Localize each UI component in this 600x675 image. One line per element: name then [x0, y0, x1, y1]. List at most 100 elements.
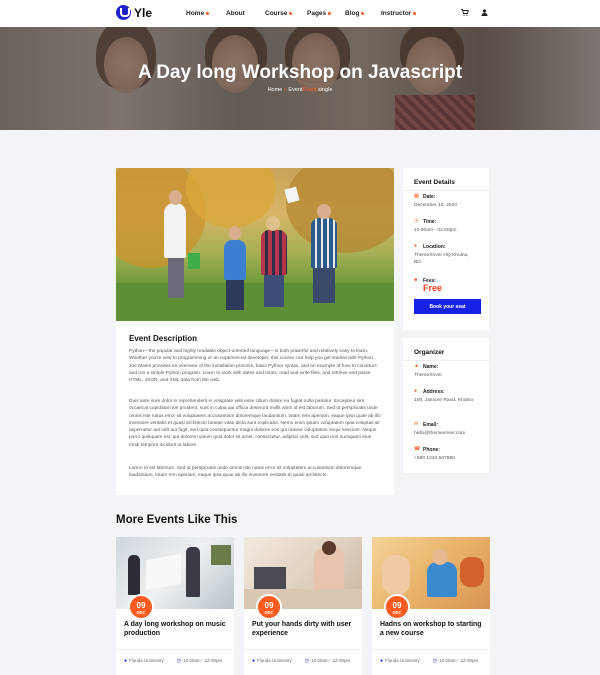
breadcrumb: Home » EventEvent single [0, 87, 600, 93]
organizer-title: Organizer [414, 349, 445, 356]
event-date-badge: 09 DEC [256, 594, 282, 620]
fees-value: Free [423, 283, 443, 293]
event-main-card: Event Description Python—the popular and… [116, 168, 394, 495]
description-paragraph: Lorem id est laborum. Sed ut perspiciati… [129, 466, 362, 479]
date-label: Date: [423, 194, 436, 200]
event-card-photo-detail [128, 555, 140, 595]
event-photo-detail [311, 218, 337, 268]
event-details-card: Event Details ▦ Date: December 10, 2020 … [403, 168, 489, 330]
event-date: ▦ Date: December 10, 2020 [414, 194, 486, 212]
event-card-photo-detail [254, 567, 286, 589]
badge-month: DEC [392, 610, 402, 615]
event-card-location: ● Florida University [380, 658, 420, 664]
location-pin-icon: ● [252, 658, 256, 664]
breadcrumb-separator: » [283, 87, 287, 93]
event-photo-detail [169, 190, 182, 205]
event-card[interactable]: 09 DEC Put your hands dirty with user ex… [244, 537, 362, 675]
breadcrumb-event-current: Event [302, 87, 317, 93]
event-location: ● Location: ThemeXriver HQ Khulna, BD. [414, 244, 486, 268]
event-card-photo-detail [211, 545, 231, 565]
event-card-time: ◷ 10.00am - 12.00pm [304, 658, 351, 664]
dropdown-indicator-icon [328, 12, 332, 15]
email-value[interactable]: hello@themexriver.com [414, 430, 476, 437]
more-events-title: More Events Like This [116, 514, 238, 526]
brand-name: Yle [134, 5, 153, 20]
ticket-icon: ■ [414, 277, 418, 283]
book-seat-button[interactable]: Book your seat [414, 299, 481, 314]
badge-day: 09 [136, 601, 146, 610]
event-card-meta: ● Florida University ◷ 10.00am - 12.00pm [124, 658, 222, 664]
nav-item-about[interactable]: About [226, 10, 245, 17]
event-time: ◷ Time: 10.00am - 02.00pm [414, 219, 486, 237]
breadcrumb-event[interactable]: Event [288, 87, 302, 93]
event-card[interactable]: 09 DEC A day long workshop on music prod… [116, 537, 234, 675]
clock-icon: ◷ [414, 218, 419, 224]
divider [116, 649, 234, 650]
event-details-title: Event Details [414, 179, 455, 186]
cart-icon[interactable] [461, 9, 470, 18]
event-card[interactable]: 09 DEC Hadns on workshop to starting a n… [372, 537, 490, 675]
event-photo-detail [317, 204, 331, 219]
clock-icon: ◷ [432, 658, 438, 664]
event-date-badge: 09 DEC [384, 594, 410, 620]
nav-item-home[interactable]: Home [186, 10, 210, 17]
badge-month: DEC [136, 610, 146, 615]
date-value: December 10, 2020 [414, 203, 457, 208]
event-card-title[interactable]: Hadns on workshop to starting a new cour… [380, 620, 486, 638]
description-paragraph: Duis aute irure dolor in reprehenderit i… [129, 399, 381, 448]
phone-value[interactable]: +880 1234 567890 [414, 455, 476, 462]
logo-icon [116, 5, 131, 20]
event-date-badge: 09 DEC [128, 594, 154, 620]
event-card-photo-detail [460, 557, 484, 587]
event-photo-detail [313, 268, 335, 303]
event-photo-detail [226, 280, 244, 310]
hero-photo-detail [395, 95, 475, 130]
phone-icon: ☎ [414, 446, 421, 452]
nav-item-instructor[interactable]: Instructor [381, 10, 417, 17]
breadcrumb-single: single [318, 87, 333, 93]
address-value: 100, Jassore Raod, Khulna [414, 398, 473, 403]
event-card-photo-detail [382, 555, 410, 595]
event-card-meta: ● Florida University ◷ 10.00am - 12.00pm [380, 658, 478, 664]
user-icon: ▲ [414, 363, 419, 369]
event-card-time: ◷ 10.00am - 12.00pm [176, 658, 223, 664]
location-pin-icon: ● [124, 658, 128, 664]
organizer-card: Organizer ▲ Name: ThemeXriver ● Address:… [403, 338, 489, 473]
event-photo-detail [116, 283, 394, 321]
description-paragraph: Python—the popular and highly readable o… [129, 349, 377, 384]
event-photo-detail [264, 275, 284, 307]
organizer-email: ✉ Email: hello@themexriver.com [414, 422, 486, 440]
event-photo-detail [261, 230, 287, 275]
brand-logo[interactable]: Yle [116, 5, 152, 20]
dropdown-indicator-icon [206, 12, 210, 15]
page-hero: A Day long Workshop on Javascript Home »… [0, 27, 600, 130]
event-card-photo-detail [322, 541, 336, 555]
event-photo-detail [286, 168, 394, 253]
event-card-title[interactable]: A day long workshop on music production [124, 620, 230, 638]
event-card-time: ◷ 10.00am - 12.00pm [432, 658, 479, 664]
location-pin-icon: ● [380, 658, 384, 664]
nav-actions [461, 9, 488, 18]
event-card-title[interactable]: Put your hands dirty with user experienc… [252, 620, 358, 638]
divider [403, 190, 489, 191]
badge-month: DEC [264, 610, 274, 615]
nav-item-course[interactable]: Course [265, 10, 293, 17]
event-photo-detail [229, 226, 241, 240]
navbar: Yle Home About Course Pages Blog Instruc… [0, 0, 600, 27]
divider [372, 649, 490, 650]
organizer-phone: ☎ Phone: +880 1234 567890 [414, 447, 486, 465]
event-card-location: ● Florida University [124, 658, 164, 664]
calendar-icon: ▦ [414, 193, 419, 199]
user-icon[interactable] [481, 9, 488, 18]
event-card-photo-detail [427, 562, 457, 597]
email-label: Email: [423, 422, 439, 428]
dropdown-indicator-icon [289, 12, 293, 15]
clock-icon: ◷ [176, 658, 182, 664]
event-photo-detail [188, 253, 200, 269]
event-card-location: ● Florida University [252, 658, 292, 664]
nav-item-blog[interactable]: Blog [345, 10, 365, 17]
breadcrumb-home[interactable]: Home [268, 87, 283, 93]
event-photo-detail [164, 203, 186, 258]
time-value: 10.00am - 02.00pm [414, 228, 457, 233]
nav-item-pages[interactable]: Pages [307, 10, 332, 17]
